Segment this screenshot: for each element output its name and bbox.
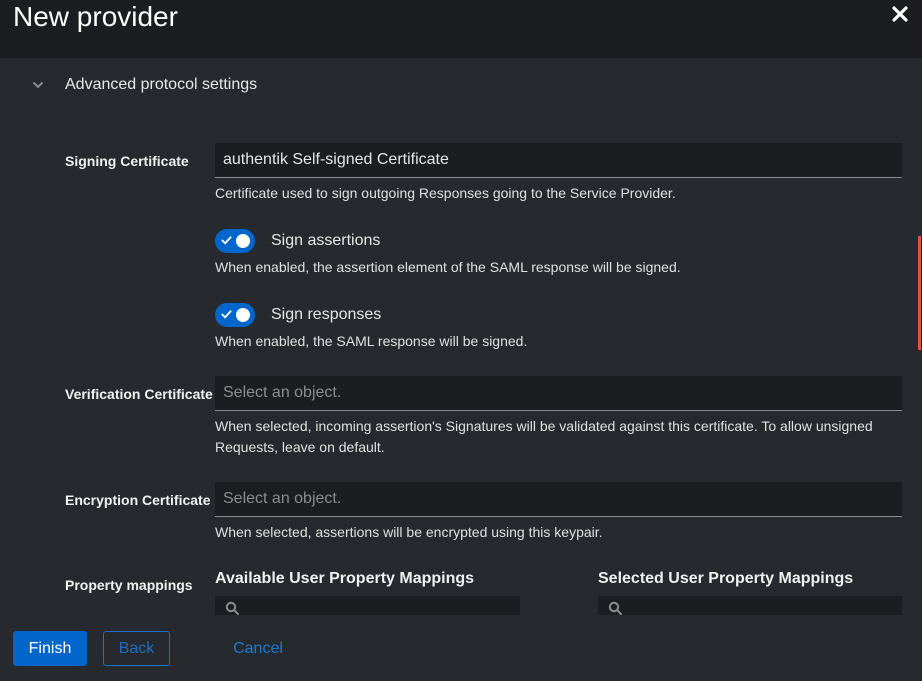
sign-responses-label: Sign responses: [271, 306, 382, 323]
signing-certificate-helper: Certificate used to sign outgoing Respon…: [215, 185, 676, 201]
modal-footer: Finish Back Cancel: [0, 615, 922, 681]
signing-certificate-value: authentik Self-signed Certificate: [223, 151, 449, 168]
signing-certificate-label: Signing Certificate: [65, 153, 189, 169]
search-icon: [225, 601, 239, 615]
available-mappings-search[interactable]: [215, 596, 520, 615]
sign-responses-row: Sign responses: [215, 303, 381, 327]
verification-certificate-helper: When selected, incoming assertion's Sign…: [215, 418, 873, 455]
verification-certificate-placeholder: Select an object.: [223, 384, 342, 401]
scroll-indicator[interactable]: [918, 236, 921, 350]
advanced-settings-toggle[interactable]: Advanced protocol settings: [30, 76, 257, 94]
sign-responses-helper: When enabled, the SAML response will be …: [215, 333, 528, 349]
sign-responses-switch[interactable]: [215, 303, 255, 327]
chevron-down-icon: [33, 82, 43, 89]
verification-certificate-select[interactable]: Select an object.: [215, 376, 902, 411]
check-icon: [221, 310, 232, 319]
property-mappings-label: Property mappings: [65, 577, 193, 593]
page-title: New provider: [13, 1, 178, 32]
close-button[interactable]: [888, 2, 912, 26]
sign-assertions-helper: When enabled, the assertion element of t…: [215, 259, 681, 275]
check-icon: [221, 236, 232, 245]
section-label: Advanced protocol settings: [65, 76, 258, 93]
encryption-certificate-placeholder: Select an object.: [223, 490, 342, 507]
signing-certificate-select[interactable]: authentik Self-signed Certificate: [215, 143, 902, 178]
switch-knob: [236, 308, 250, 322]
encryption-certificate-label: Encryption Certificate: [65, 492, 211, 508]
sign-assertions-switch[interactable]: [215, 229, 255, 253]
sign-assertions-label: Sign assertions: [271, 232, 381, 249]
selected-mappings-title: Selected User Property Mappings: [598, 570, 854, 587]
sign-assertions-row: Sign assertions: [215, 229, 380, 253]
encryption-certificate-select[interactable]: Select an object.: [215, 482, 902, 517]
search-icon: [608, 601, 622, 615]
close-icon: [892, 6, 908, 22]
encryption-certificate-helper: When selected, assertions will be encryp…: [215, 524, 603, 540]
verification-certificate-label: Verification Certificate: [65, 386, 213, 402]
finish-button[interactable]: Finish: [13, 631, 87, 666]
available-mappings-title: Available User Property Mappings: [215, 570, 475, 587]
modal-header: New provider: [0, 0, 922, 58]
back-button[interactable]: Back: [103, 631, 170, 666]
cancel-button[interactable]: Cancel: [222, 631, 294, 666]
selected-mappings-search[interactable]: [598, 596, 902, 615]
switch-knob: [236, 234, 250, 248]
